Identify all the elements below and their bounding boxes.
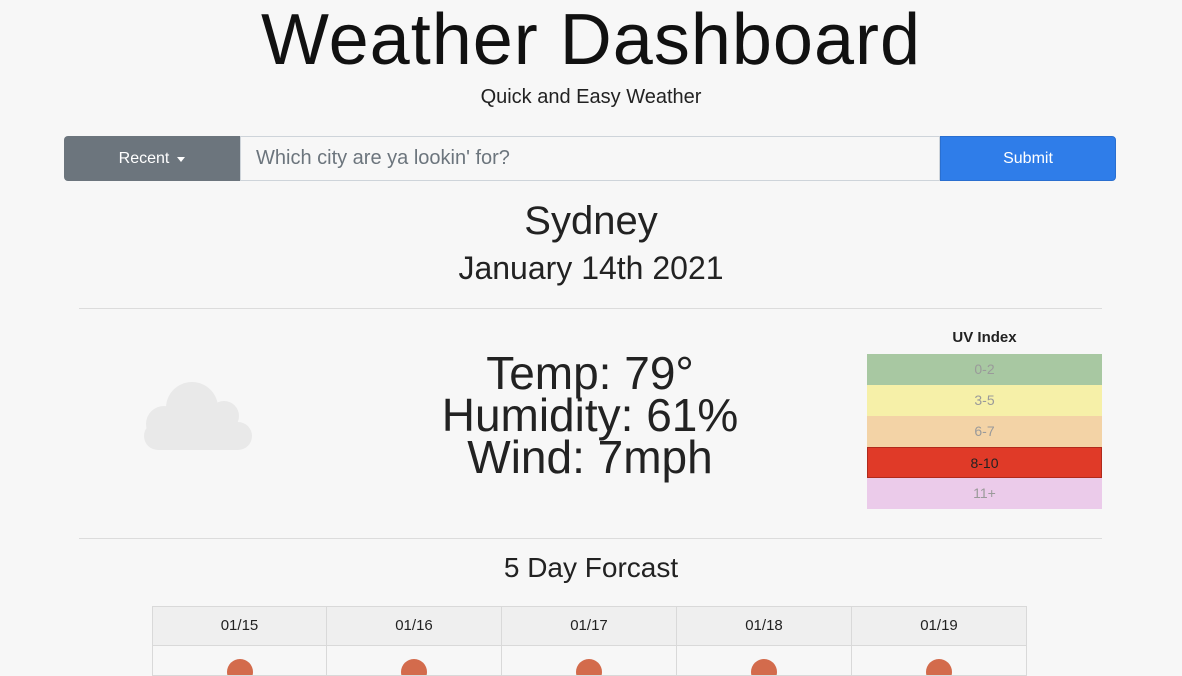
- humidity: Humidity: 61%: [441, 389, 739, 441]
- page-title: Weather Dashboard: [260, 0, 922, 80]
- forecast-day-card: 01/18: [677, 606, 852, 676]
- divider: [79, 308, 1102, 309]
- forecast-date: 01/18: [677, 607, 851, 646]
- city-search-input[interactable]: [240, 136, 940, 181]
- forecast-title: 5 Day Forcast: [503, 552, 679, 583]
- search-bar: Recent Submit: [64, 136, 1116, 181]
- page-subtitle: Quick and Easy Weather: [480, 86, 702, 108]
- sun-icon: [401, 659, 427, 675]
- submit-button[interactable]: Submit: [940, 136, 1116, 181]
- forecast-day-card: 01/16: [327, 606, 502, 676]
- wind-speed: Wind: 7mph: [467, 431, 713, 483]
- sun-icon: [576, 659, 602, 675]
- divider: [79, 538, 1102, 539]
- forecast-day-card: 01/15: [152, 606, 327, 676]
- forecast-day-card: 01/19: [852, 606, 1027, 676]
- cloud-icon: [144, 382, 252, 450]
- uv-level-0-2: 0-2: [867, 354, 1102, 385]
- current-date: January 14th 2021: [458, 250, 724, 286]
- sun-icon: [751, 659, 777, 675]
- forecast-day-card: 01/17: [502, 606, 677, 676]
- uv-index-title: UV Index: [952, 329, 1017, 346]
- current-conditions: Temp: 79° Humidity: 61% Wind: 7mph: [390, 347, 790, 483]
- uv-level-6-7: 6-7: [867, 416, 1102, 447]
- forecast-date: 01/15: [153, 607, 326, 646]
- forecast-date: 01/19: [852, 607, 1026, 646]
- forecast-date: 01/17: [502, 607, 676, 646]
- uv-level-8-10: 8-10: [867, 447, 1102, 478]
- caret-down-icon: [177, 156, 186, 162]
- recent-label: Recent: [118, 149, 170, 167]
- sun-icon: [926, 659, 952, 675]
- uv-level-3-5: 3-5: [867, 385, 1102, 416]
- city-name: Sydney: [524, 199, 658, 243]
- forecast-cards: 01/15 01/16 01/17 01/18 01/19: [152, 606, 1028, 676]
- recent-dropdown-button[interactable]: Recent: [64, 136, 240, 181]
- uv-index-scale: 0-2 3-5 6-7 8-10 11+: [867, 354, 1102, 509]
- forecast-date: 01/16: [327, 607, 501, 646]
- sun-icon: [227, 659, 253, 675]
- temperature: Temp: 79°: [486, 347, 694, 399]
- uv-level-11-plus: 11+: [867, 478, 1102, 509]
